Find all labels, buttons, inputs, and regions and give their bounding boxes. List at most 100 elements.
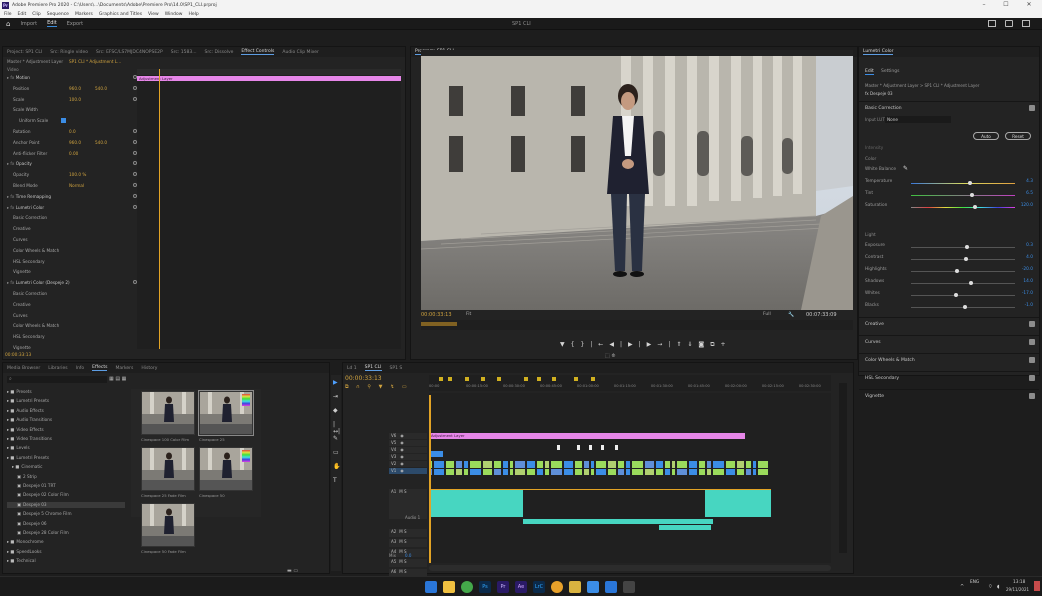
video-clip[interactable]: [753, 461, 757, 468]
video-clip[interactable]: [564, 469, 574, 475]
title-clip[interactable]: [615, 445, 618, 450]
timeline-timecode[interactable]: 00:00:33:13: [345, 375, 382, 382]
video-clip[interactable]: [707, 461, 712, 468]
sequence-marker[interactable]: [439, 377, 443, 381]
pen-tool-icon[interactable]: ▭: [333, 449, 339, 456]
razor-tool-icon[interactable]: |↔|: [333, 421, 341, 435]
menu-help[interactable]: Help: [188, 12, 198, 17]
effect-row-value[interactable]: 0.0: [69, 129, 76, 134]
lumetri-section-checkbox[interactable]: [1029, 393, 1035, 399]
menu-edit[interactable]: Edit: [18, 12, 27, 17]
preset-thumbnail[interactable]: [198, 390, 254, 436]
video-clip[interactable]: [758, 469, 769, 475]
slider-value[interactable]: 6.5: [1026, 191, 1033, 196]
home-icon[interactable]: ⌂: [6, 20, 10, 28]
volume-icon[interactable]: ◖: [997, 584, 1000, 590]
effects-tree-item[interactable]: ▸ ■ Lumetri Presets: [7, 398, 125, 404]
video-clip[interactable]: [626, 461, 631, 468]
effects-search-input[interactable]: ⌕: [7, 376, 107, 383]
slider-knob[interactable]: [954, 269, 959, 273]
title-clip[interactable]: [589, 445, 592, 450]
video-clip[interactable]: [618, 461, 625, 468]
mute-icon[interactable]: M S: [399, 539, 406, 544]
start-icon[interactable]: [425, 581, 437, 593]
slider-track[interactable]: [911, 295, 1015, 296]
video-clip[interactable]: [537, 469, 544, 475]
clock-time[interactable]: 13:18: [1013, 580, 1025, 585]
lift-icon[interactable]: ⇑: [676, 341, 687, 348]
effect-row[interactable]: Vignette: [7, 269, 135, 275]
eye-icon[interactable]: ◉: [400, 454, 404, 459]
eyedropper-icon[interactable]: ✎: [903, 165, 908, 172]
tab-media-browser[interactable]: Media Browser: [7, 366, 40, 371]
video-clip[interactable]: [527, 469, 536, 475]
lumetri-slider[interactable]: Highlights -20.0: [865, 267, 1033, 275]
effect-row[interactable]: Curves: [7, 313, 135, 319]
program-scrub-bar[interactable]: [421, 320, 853, 330]
menu-sequence[interactable]: Sequence: [47, 12, 69, 17]
program-quality-select[interactable]: Full: [763, 312, 771, 317]
effect-row[interactable]: Basic Correction: [7, 291, 135, 297]
checkbox[interactable]: [61, 118, 66, 124]
audio-clip[interactable]: [705, 489, 771, 517]
basic-correction-checkbox[interactable]: [1029, 105, 1035, 111]
effect-row[interactable]: Anti-flicker Filter 0.00: [7, 150, 137, 157]
tab-timeline-ld1[interactable]: Ld 1: [347, 366, 357, 371]
maximize-button[interactable]: ☐: [996, 0, 1016, 10]
video-clip[interactable]: [446, 461, 455, 468]
video-clip[interactable]: [456, 469, 463, 475]
effect-row[interactable]: Position 960.0 540.0: [7, 85, 137, 92]
new-bin-icon[interactable]: ▬ ▭: [287, 568, 298, 574]
effect-row[interactable]: Creative: [7, 226, 135, 232]
video-clip[interactable]: [494, 469, 502, 475]
effects-tree-item[interactable]: ▸ ■ Video Transitions: [7, 436, 125, 442]
effect-row[interactable]: Scale Width: [7, 107, 135, 113]
video-clip[interactable]: [545, 461, 550, 468]
slider-knob[interactable]: [965, 245, 970, 249]
slider-value[interactable]: 4.3: [1026, 179, 1033, 184]
go-out-icon[interactable]: →|: [657, 341, 676, 348]
effects-tree-item[interactable]: ▣ Despeje 03: [7, 501, 125, 508]
out-icon[interactable]: }: [580, 341, 590, 348]
video-clip[interactable]: [656, 461, 664, 468]
slider-track[interactable]: [911, 271, 1015, 272]
file-explorer-icon[interactable]: [443, 581, 455, 593]
effects-tree-item[interactable]: ▣ Despeje 28 Color Film: [7, 530, 125, 536]
adjustment-layer-clip[interactable]: Adjustment Layer: [429, 433, 745, 439]
video-clip[interactable]: [483, 461, 493, 468]
wrench-icon[interactable]: 🔧: [788, 312, 794, 318]
type-tool-icon[interactable]: T: [333, 477, 337, 484]
effects-tree-item[interactable]: ▣ Despeje 01 TRT: [7, 483, 125, 489]
title-clip[interactable]: [601, 445, 604, 450]
lumetri-slider[interactable]: Exposure 0.3: [865, 243, 1033, 251]
audio-clip[interactable]: [429, 489, 523, 517]
slider-value[interactable]: 0.3: [1026, 243, 1033, 248]
effect-row-value[interactable]: 100.0: [69, 97, 81, 102]
effects-tree-item[interactable]: ▸ ■ Cinematic: [7, 464, 125, 470]
video-clip[interactable]: [677, 469, 688, 475]
tab-source-2[interactable]: Src: EFSC/LS7MJDC4NOPSE2P: [96, 50, 163, 55]
expand-arrow-icon[interactable]: ▸ fx: [7, 205, 16, 210]
slider-value[interactable]: -20.0: [1022, 267, 1033, 272]
mute-icon[interactable]: M S: [399, 569, 406, 574]
video-clip[interactable]: [726, 469, 736, 475]
slider-knob[interactable]: [969, 281, 974, 285]
effects-tree-item[interactable]: ▸ ■ Audio Effects: [7, 408, 125, 414]
clock-date[interactable]: 29/11/2021: [1006, 587, 1029, 592]
track-select-tool-icon[interactable]: ⇥: [333, 393, 338, 400]
basic-correction-section[interactable]: Basic Correction: [859, 101, 1039, 115]
video-clip[interactable]: [699, 469, 706, 475]
video-clip[interactable]: [645, 461, 655, 468]
video-clip[interactable]: [464, 469, 469, 475]
video-clip[interactable]: [672, 461, 676, 468]
video-clip[interactable]: [618, 469, 625, 475]
timeline-toggles[interactable]: ⧉ ∩ ⚲ ▼ ↯ ▭: [345, 384, 410, 390]
video-clip[interactable]: [429, 451, 443, 457]
effect-row[interactable]: Scale 100.0: [7, 96, 137, 103]
eye-icon[interactable]: ◉: [400, 440, 404, 445]
effect-row-value[interactable]: Normal: [69, 183, 84, 188]
video-clip[interactable]: [608, 461, 617, 468]
video-clip[interactable]: [551, 469, 563, 475]
effect-row[interactable]: Basic Correction: [7, 215, 135, 221]
slider-value[interactable]: 120.0: [1021, 203, 1033, 208]
